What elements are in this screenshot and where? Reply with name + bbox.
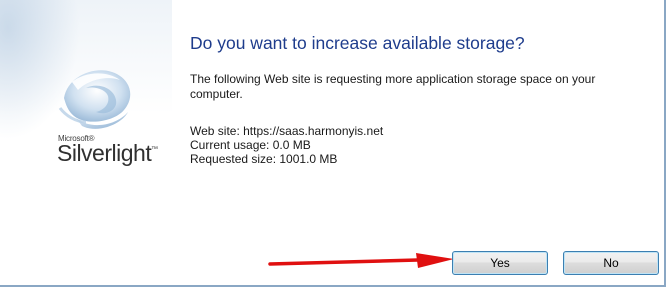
storage-dialog: Microsoft® Silverlight ™ Do you want to … — [0, 0, 666, 287]
dialog-side-panel: Microsoft® Silverlight ™ — [0, 0, 172, 285]
website-line: Web site: https://saas.harmonyis.net — [190, 124, 384, 138]
current-usage-line: Current usage: 0.0 MB — [190, 138, 311, 152]
dialog-description: The following Web site is requesting mor… — [190, 72, 596, 101]
requested-size-line: Requested size: 1001.0 MB — [190, 152, 338, 166]
red-annotation-arrow-icon — [268, 253, 454, 268]
no-button[interactable]: No — [563, 251, 659, 275]
trademark-symbol: ™ — [151, 146, 158, 153]
yes-button[interactable]: Yes — [452, 251, 548, 275]
silverlight-logo-icon — [58, 70, 131, 129]
silverlight-wordmark: Silverlight — [57, 140, 152, 166]
storage-info: Web site: https://saas.harmonyis.net Cur… — [190, 124, 383, 166]
dialog-title: Do you want to increase available storag… — [190, 33, 525, 53]
